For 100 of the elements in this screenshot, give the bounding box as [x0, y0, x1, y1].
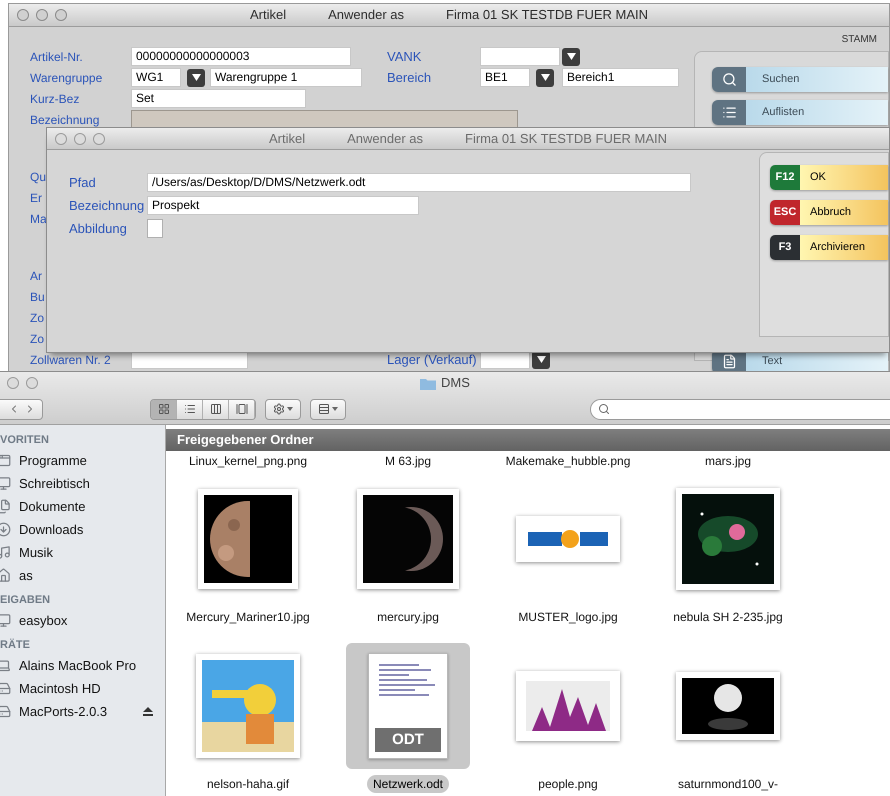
checkbox[interactable]: [147, 219, 163, 238]
eject-icon[interactable]: [143, 707, 153, 716]
window-control[interactable]: [93, 132, 105, 144]
field-label: Zo: [30, 310, 44, 326]
field-label: Qu: [30, 168, 46, 186]
dropdown-button[interactable]: [536, 68, 554, 86]
window-title: Firma 01 SK TESTDB FUER MAIN: [446, 6, 648, 24]
key-badge: ESC: [770, 200, 800, 225]
window-title: Artikel: [268, 130, 306, 148]
file-name[interactable]: people.png: [532, 775, 604, 793]
field-label: VANK: [387, 48, 422, 66]
text-field[interactable]: Prospekt: [147, 196, 419, 215]
field-label: Zollwaren Nr. 2: [30, 352, 111, 368]
caret-icon: [192, 74, 200, 81]
key-badge: F12: [770, 165, 800, 190]
caret-icon: [536, 356, 546, 363]
window-control[interactable]: [55, 132, 67, 144]
file-type-label: ODT: [375, 728, 441, 752]
list-icon: [722, 105, 736, 120]
search-icon: [598, 403, 610, 415]
drive-icon: [0, 681, 11, 696]
text-field[interactable]: Bereich1: [562, 68, 679, 87]
sidebar-item[interactable]: Programme: [0, 449, 165, 472]
section-label: STAMM: [842, 33, 878, 47]
dropdown-button[interactable]: [562, 48, 580, 66]
file-name[interactable]: Mercury_Mariner10.jpg: [180, 608, 316, 626]
window-control[interactable]: [74, 132, 86, 144]
field-label: Kurz-Bez: [30, 90, 80, 108]
text-field[interactable]: Warengruppe 1: [210, 68, 362, 87]
text-field[interactable]: Set: [131, 89, 306, 108]
rows-icon: [318, 403, 330, 415]
window-control[interactable]: [36, 9, 48, 21]
sidebar-heading: RÄTE: [0, 638, 31, 653]
columns-icon: [210, 403, 222, 415]
field-label: Lager (Verkauf): [387, 350, 477, 369]
file-name[interactable]: nebula SH 2-235.jpg: [667, 608, 789, 626]
documents-icon: [0, 499, 11, 514]
view-button[interactable]: [229, 400, 255, 418]
caret-icon: [332, 407, 338, 411]
sidebar-item[interactable]: Downloads: [0, 518, 165, 541]
view-button[interactable]: [177, 400, 203, 418]
select-field[interactable]: [480, 47, 560, 66]
sidebar-item[interactable]: Schreibtisch: [0, 472, 165, 495]
file-name[interactable]: Netzwerk.odt: [366, 775, 450, 793]
monitor-icon: [0, 613, 11, 628]
dropdown-button[interactable]: [187, 68, 205, 86]
music-icon: [0, 545, 11, 560]
window-title: Anwender as: [328, 6, 404, 24]
sidebar-item[interactable]: MacPorts-2.0.3: [0, 700, 165, 723]
window-control[interactable]: [17, 9, 29, 21]
sidebar-item[interactable]: Macintosh HD: [0, 677, 165, 700]
key-badge: F3: [770, 235, 800, 260]
window-title: DMS: [441, 374, 470, 392]
field-label: Zo: [30, 330, 44, 348]
code-field[interactable]: WG1: [131, 68, 181, 87]
file-name[interactable]: saturnmond100_v-: [672, 775, 784, 793]
action-menu-button[interactable]: [265, 398, 301, 420]
gallery-icon: [236, 403, 248, 415]
sidebar-heading: VORITEN: [0, 433, 50, 448]
download-icon: [0, 522, 11, 537]
file-name[interactable]: M 63.jpg: [384, 452, 432, 470]
field-label: Er: [30, 190, 42, 206]
text-field[interactable]: /Users/as/Desktop/D/DMS/Netzwerk.odt: [147, 173, 691, 192]
apps-icon: [0, 453, 11, 468]
file-item[interactable]: ODT: [346, 643, 470, 769]
section-header: Freigegebener Ordner: [166, 429, 890, 451]
file-name[interactable]: mercury.jpg: [371, 608, 445, 626]
field-label: Bereich: [387, 68, 432, 87]
view-button[interactable]: [203, 400, 229, 418]
sidebar-heading: EIGABEN: [0, 593, 52, 608]
text-field[interactable]: 00000000000000003: [131, 47, 351, 66]
field-label: Bezeichnung: [69, 196, 146, 215]
file-name[interactable]: MUSTER_logo.jpg: [512, 608, 624, 626]
window-title: Anwender as: [347, 130, 423, 148]
file-name[interactable]: nelson-haha.gif: [200, 775, 296, 793]
field-label: Artikel-Nr.: [30, 48, 83, 66]
grid-icon: [158, 403, 170, 415]
window-title: Firma 01 SK TESTDB FUER MAIN: [465, 130, 668, 148]
window-control[interactable]: [26, 377, 38, 389]
window-control[interactable]: [7, 377, 19, 389]
file-name[interactable]: Linux_kernel_png.png: [188, 452, 308, 470]
laptop-icon: [0, 658, 11, 673]
arrange-button[interactable]: [310, 398, 346, 420]
sidebar-item[interactable]: Musik: [0, 541, 165, 564]
window-control[interactable]: [55, 9, 67, 21]
search-field[interactable]: [590, 398, 890, 420]
drive-icon: [0, 704, 11, 719]
sidebar-item[interactable]: Dokumente: [0, 495, 165, 518]
sidebar-item[interactable]: easybox: [0, 609, 165, 632]
code-field[interactable]: BE1: [480, 68, 530, 87]
file-name[interactable]: mars.jpg: [704, 452, 751, 470]
file-name[interactable]: Makemake_hubble.png: [506, 452, 630, 470]
field-label: Bezeichnung: [30, 112, 100, 128]
caret-icon: [540, 74, 550, 81]
field-label: Abbildung: [69, 220, 128, 238]
sidebar-item[interactable]: Alains MacBook Pro: [0, 654, 165, 677]
sidebar-item[interactable]: as: [0, 564, 165, 587]
view-button[interactable]: [151, 400, 177, 418]
caret-icon: [566, 53, 576, 60]
field-label: Ar: [30, 268, 42, 284]
